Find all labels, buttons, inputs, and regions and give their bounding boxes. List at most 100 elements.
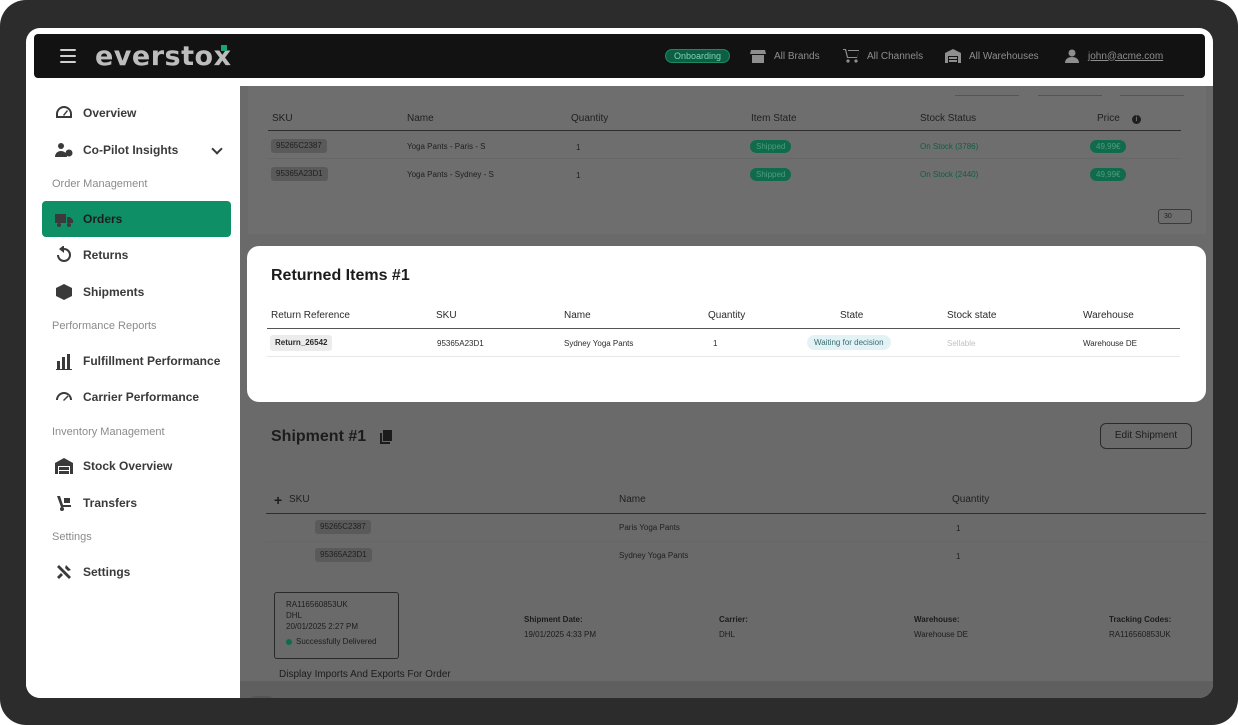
return-name: Sydney Yoga Pants: [564, 339, 634, 348]
sidebar-item-settings[interactable]: Settings: [42, 554, 231, 590]
column-header-sku: SKU: [272, 113, 293, 124]
copilot-icon: [55, 143, 73, 157]
channel-filter-label: All Channels: [867, 50, 924, 62]
truck-icon: [55, 214, 73, 227]
logo[interactable]: everstox: [95, 41, 231, 72]
table-header-divider: [268, 130, 1181, 131]
column-header-return-reference: Return Reference: [271, 310, 350, 321]
dashboard-icon: [56, 106, 72, 118]
cart-icon: [843, 49, 859, 63]
tracking-codes-label: Tracking Codes:: [1109, 615, 1172, 624]
row-divider: [266, 541, 1206, 542]
shipment-date-label: Shipment Date:: [524, 615, 583, 624]
sidebar-item-label: Stock Overview: [83, 459, 173, 473]
imports-exports-label: Display Imports And Exports For Order: [279, 669, 451, 680]
column-header-warehouse: Warehouse: [1083, 310, 1134, 321]
table-header-divider: [266, 513, 1206, 514]
price-badge: 49,99€: [1090, 168, 1127, 181]
stock-status: On Stock (2440): [920, 170, 979, 179]
column-header-price: Price: [1097, 113, 1120, 124]
per-page-select[interactable]: 30: [1158, 209, 1192, 224]
warehouse-filter[interactable]: All Warehouses: [945, 48, 1039, 64]
section-order-management: Order Management: [52, 178, 148, 190]
tracking-card[interactable]: RA116560853UK DHL 20/01/2025 2:27 PM Suc…: [274, 592, 399, 659]
sidebar-item-label: Overview: [83, 106, 137, 120]
return-state-badge: Waiting for decision: [807, 335, 891, 350]
footer-band: [240, 681, 1213, 698]
return-reference-chip[interactable]: Return_26542: [270, 335, 333, 351]
menu-icon[interactable]: [60, 49, 76, 63]
divider: [1120, 95, 1184, 96]
item-name: Paris Yoga Pants: [619, 523, 680, 532]
sidebar-item-label: Orders: [83, 212, 123, 226]
return-stock-state: Sellable: [947, 339, 976, 348]
brand-filter[interactable]: All Brands: [750, 48, 820, 64]
sidebar-item-fulfillment-performance[interactable]: Fulfillment Performance: [42, 343, 231, 379]
sidebar-item-label: Shipments: [83, 285, 145, 299]
sidebar-item-orders[interactable]: Orders: [42, 201, 231, 237]
sku-chip[interactable]: 95265C2387: [315, 520, 371, 534]
item-name: Sydney Yoga Pants: [619, 551, 689, 560]
section-performance-reports: Performance Reports: [52, 320, 157, 332]
sidebar-item-transfers[interactable]: Transfers: [42, 485, 231, 521]
copy-icon[interactable]: [380, 430, 392, 444]
shipment-title: Shipment #1: [271, 428, 367, 445]
sidebar-item-copilot-insights[interactable]: Co-Pilot Insights: [42, 132, 231, 168]
brand-filter-label: All Brands: [774, 50, 820, 62]
channel-filter[interactable]: All Channels: [843, 48, 923, 64]
item-quantity: 1: [576, 143, 581, 152]
stock-status: On Stock (3786): [920, 142, 979, 151]
status-dot-icon: [286, 638, 292, 645]
warehouse-icon: [945, 49, 961, 63]
sku-chip[interactable]: 95265C2387: [271, 139, 327, 153]
user-icon: [1065, 49, 1079, 63]
sidebar-item-label: Transfers: [83, 496, 138, 510]
sidebar: Overview Co-Pilot Insights Order Managem…: [26, 86, 240, 698]
sku-chip[interactable]: 95365A23D1: [315, 548, 372, 562]
tracking-carrier: DHL: [286, 611, 303, 620]
sidebar-item-carrier-performance[interactable]: Carrier Performance: [42, 379, 231, 415]
sidebar-item-shipments[interactable]: Shipments: [42, 274, 231, 310]
sidebar-item-stock-overview[interactable]: Stock Overview: [42, 448, 231, 484]
tools-icon: [57, 565, 71, 579]
add-sku-icon[interactable]: +: [274, 492, 282, 508]
section-settings: Settings: [52, 531, 92, 543]
return-sku: 95365A23D1: [437, 339, 484, 348]
sidebar-item-label: Returns: [83, 248, 129, 262]
edit-shipment-button[interactable]: Edit Shipment: [1100, 423, 1192, 449]
warehouse-filter-label: All Warehouses: [969, 50, 1039, 62]
chevron-down-icon[interactable]: [211, 143, 223, 155]
top-bar: everstox Onboarding All Brands All Chann…: [34, 34, 1205, 78]
returned-items-card: Returned Items #1 Return Reference SKU N…: [247, 246, 1206, 402]
column-header-state: State: [840, 310, 864, 321]
column-header-stock-state: Stock state: [947, 310, 997, 321]
delivery-status: Successfully Delivered: [286, 636, 398, 647]
column-header-quantity: Quantity: [952, 494, 990, 505]
price-badge: 49,99€: [1090, 140, 1127, 153]
sidebar-item-label: Carrier Performance: [83, 390, 200, 404]
imports-exports-toggle[interactable]: [249, 696, 275, 698]
tracking-codes-value: RA116560853UK: [1109, 630, 1171, 639]
gauge-icon: [56, 392, 72, 401]
onboarding-badge[interactable]: Onboarding: [665, 49, 731, 63]
sidebar-item-returns[interactable]: Returns: [42, 237, 231, 273]
sidebar-item-overview[interactable]: Overview: [42, 95, 231, 131]
divider: [955, 95, 1019, 96]
tracking-date: 20/01/2025 2:27 PM: [286, 622, 359, 631]
row-divider: [268, 158, 1181, 159]
warehouse-value: Warehouse DE: [914, 630, 968, 639]
return-warehouse: Warehouse DE: [1083, 339, 1137, 348]
item-quantity: 1: [576, 171, 581, 180]
sku-chip[interactable]: 95365A23D1: [271, 167, 328, 181]
shipment-date-value: 19/01/2025 4:33 PM: [524, 630, 597, 639]
user-menu[interactable]: john@acme.com: [1064, 48, 1163, 64]
sidebar-item-label: Settings: [83, 565, 131, 579]
carrier-label: Carrier:: [719, 615, 748, 624]
item-name: Yoga Pants - Paris - S: [407, 142, 486, 151]
return-quantity: 1: [713, 339, 718, 348]
returned-items-title: Returned Items #1: [271, 267, 410, 284]
column-header-stock-status: Stock Status: [920, 113, 977, 124]
carrier-value: DHL: [719, 630, 736, 639]
info-icon[interactable]: i: [1132, 115, 1141, 124]
table-header-divider: [267, 328, 1180, 329]
